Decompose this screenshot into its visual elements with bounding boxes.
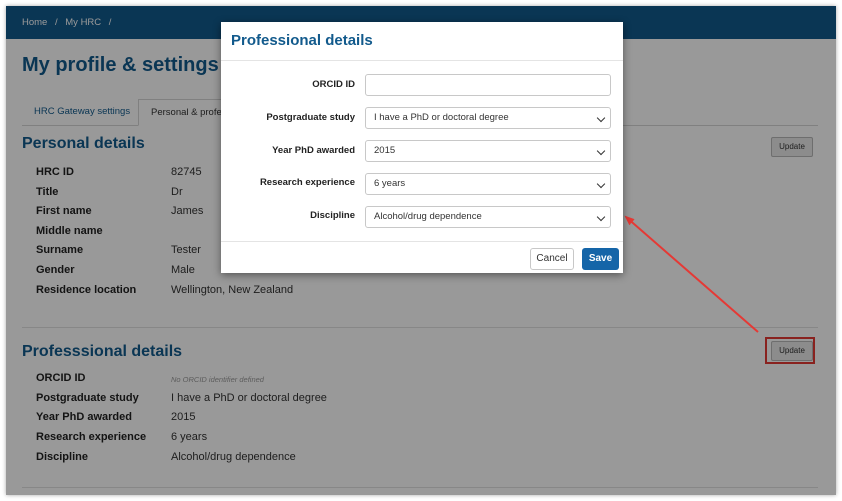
year-phd-select[interactable]: 2015 (365, 140, 611, 162)
arrow-line (624, 215, 759, 333)
discipline-label: Discipline (310, 210, 355, 221)
select-value: Alcohol/drug dependence (374, 211, 482, 222)
research-experience-label: Research experience (259, 177, 355, 188)
modal-divider (221, 241, 623, 242)
browser-frame: Home / My HRC / My profile & settings HR… (6, 6, 836, 495)
year-phd-label: Year PhD awarded (272, 145, 355, 156)
modal-divider (221, 60, 623, 61)
save-button[interactable]: Save (582, 248, 619, 270)
chevron-down-icon (596, 113, 606, 123)
modal-title: Professional details (231, 32, 373, 49)
chevron-down-icon (596, 179, 606, 189)
professional-details-modal: Professional details ORCID ID Postgradua… (221, 22, 623, 273)
chevron-down-icon (596, 212, 606, 222)
postgraduate-study-select[interactable]: I have a PhD or doctoral degree (365, 107, 611, 129)
select-value: 6 years (374, 178, 406, 189)
orcid-label: ORCID ID (312, 79, 355, 90)
select-value: I have a PhD or doctoral degree (374, 112, 509, 123)
chevron-down-icon (596, 146, 606, 156)
research-experience-select[interactable]: 6 years (365, 173, 611, 195)
postgraduate-study-label: Postgraduate study (266, 112, 355, 123)
select-value: 2015 (374, 145, 396, 156)
cancel-button[interactable]: Cancel (530, 248, 574, 270)
discipline-select[interactable]: Alcohol/drug dependence (365, 206, 611, 228)
orcid-input[interactable] (365, 74, 611, 96)
